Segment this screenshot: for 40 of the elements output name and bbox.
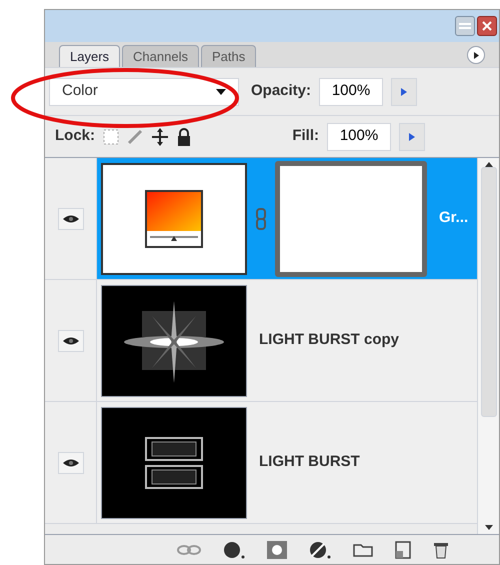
fill-field[interactable]: 100% [327,122,391,150]
eye-icon [62,458,80,468]
slider-toggle-button[interactable] [399,122,425,150]
visibility-toggle[interactable] [58,208,84,230]
adjustment-layer-icon[interactable] [309,540,331,558]
new-layer-icon[interactable] [395,540,411,558]
caret-icon [216,88,226,94]
panel-tab[interactable]: Channels [122,45,199,67]
panel-menu-button[interactable] [467,46,485,64]
slider-toggle-button[interactable] [391,78,418,106]
opacity-field[interactable]: 100% [319,78,384,106]
mask-icon[interactable] [267,540,287,558]
visibility-toggle[interactable] [58,452,84,474]
arrow-right-icon [409,132,415,140]
close-button[interactable] [477,16,497,36]
close-icon [482,21,492,31]
lock-icon[interactable] [177,128,192,146]
eye-icon [62,336,80,346]
chain-link-icon[interactable] [255,208,267,230]
layer-name: Gr... [439,208,468,228]
gradient-fill-icon [145,190,203,248]
minimize-icon [459,23,471,29]
blend-mode-dropdown[interactable]: Color [49,78,239,106]
trash-icon[interactable] [433,540,449,558]
panel-tab[interactable]: Layers [59,45,120,67]
layer-name: LIGHT BURST copy [259,330,400,350]
lock-label: Lock: [55,126,96,146]
folder-icon[interactable] [353,542,373,556]
scrollbar[interactable] [477,158,499,534]
layer-name: LIGHT BURST [259,452,360,472]
scroll-thumb[interactable] [480,167,496,417]
eye-icon [62,214,80,224]
arrow-right-icon [474,52,478,58]
opacity-label: Opacity: [251,81,312,102]
arrow-right-icon [401,88,408,96]
fill-label: Fill: [292,126,319,146]
scroll-down-icon[interactable] [484,525,492,530]
visibility-toggle[interactable] [58,330,84,352]
panel-tab[interactable]: Paths [200,45,256,67]
move-icon[interactable] [151,128,170,146]
